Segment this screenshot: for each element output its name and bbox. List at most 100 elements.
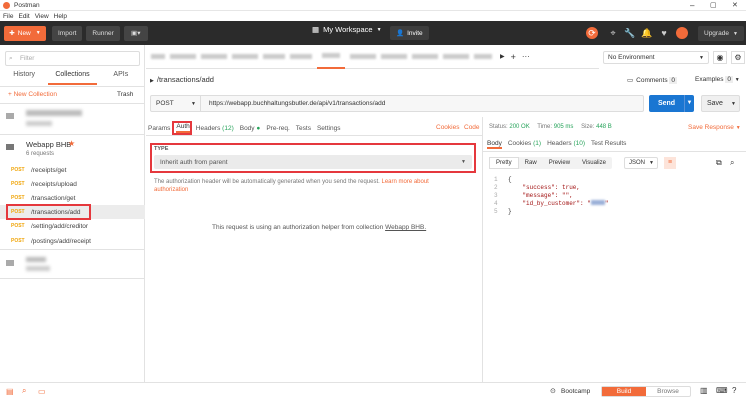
copy-icon[interactable]: ⧉ [716, 158, 722, 168]
new-window-button[interactable]: ▣▾ [123, 25, 148, 41]
plus-icon: ✚ [9, 30, 15, 37]
browse-tab[interactable]: Browse [646, 387, 690, 396]
tab-response-headers[interactable]: Headers (10) [547, 140, 585, 149]
chevron-down-icon: ▼ [649, 160, 654, 166]
star-icon[interactable]: ★ [68, 139, 75, 148]
tab-response-body[interactable]: Body [487, 140, 502, 149]
method-select[interactable]: POST ▼ [151, 96, 201, 111]
chevron-down-icon: ▼ [732, 30, 738, 37]
cookies-link[interactable]: Cookies [436, 124, 459, 131]
trash-button[interactable]: Trash [117, 91, 133, 98]
save-response-button[interactable]: Save Response ▼ [688, 124, 741, 131]
console-icon[interactable]: ▭ [38, 387, 46, 396]
tab-apis[interactable]: APIs [97, 71, 145, 85]
search-input[interactable]: ⌕ Filter [5, 51, 140, 66]
new-button[interactable]: ✚ New ▼ [4, 25, 46, 41]
invite-button[interactable]: 👤 Invite [390, 26, 429, 40]
tab-tests[interactable]: Tests [296, 125, 311, 132]
help-icon[interactable]: ? [732, 386, 736, 395]
wrench-icon[interactable]: 🔧 [624, 27, 636, 39]
bootcamp-icon: ⊙ [550, 388, 556, 395]
chevron-down-icon: ▼ [699, 54, 704, 61]
list-item[interactable]: POST/receipts/upload [0, 177, 145, 191]
response-code: 1{ 2 "success": true, 3 "message": "", 4… [494, 176, 608, 216]
minimize-icon[interactable]: – [690, 1, 694, 10]
tab-collections[interactable]: Collections [48, 71, 97, 85]
code-line-3: 3 "message": "", [494, 192, 573, 199]
examples-button[interactable]: Examples 0 ▼ [695, 76, 740, 83]
list-item[interactable]: POST/transaction/get [0, 191, 145, 205]
environment-selector[interactable]: No Environment ▼ [603, 51, 709, 64]
folder-icon [6, 113, 14, 119]
more-icon[interactable]: ··· [522, 52, 530, 61]
satellite-icon[interactable]: ⌖ [607, 27, 619, 39]
highlight-box [6, 204, 91, 220]
menu-help[interactable]: Help [54, 13, 67, 20]
heart-icon[interactable]: ♥ [658, 27, 670, 39]
comments-button[interactable]: ▭ Comments 0 [627, 76, 678, 84]
upgrade-button[interactable]: Upgrade ▼ [698, 26, 744, 41]
tab-history[interactable]: History [0, 71, 48, 85]
tab-active[interactable] [317, 45, 345, 69]
add-tab-icon[interactable]: + [511, 52, 516, 62]
menu-view[interactable]: View [35, 13, 49, 20]
tab-response-cookies[interactable]: Cookies (1) [508, 140, 541, 149]
tab-prerequest[interactable]: Pre-req. [266, 125, 289, 132]
gear-icon[interactable]: ⚙ [731, 51, 745, 64]
chevron-right-icon[interactable]: ▶ [500, 53, 505, 60]
chevron-right-icon[interactable]: ▶ [150, 78, 154, 84]
collection-link[interactable]: Webapp BHB. [385, 224, 426, 231]
format-select[interactable]: JSON ▼ [624, 157, 658, 169]
avatar[interactable] [676, 27, 688, 39]
wrap-lines-icon[interactable]: ≡ [664, 157, 676, 169]
search-icon[interactable]: ⌕ [730, 158, 734, 168]
new-collection-button[interactable]: + New Collection [8, 91, 57, 98]
view-preview[interactable]: Preview [543, 157, 576, 169]
tab-headers[interactable]: Headers (12) [196, 125, 234, 132]
collection-count: 6 requests [26, 151, 55, 157]
view-visualize[interactable]: Visualize [576, 157, 612, 169]
code-line-1: 1{ [494, 176, 512, 183]
save-button[interactable]: Save ▼ [701, 95, 740, 112]
send-button[interactable]: Send [649, 95, 684, 112]
build-tab[interactable]: Build [602, 387, 646, 396]
comment-icon: ▭ [627, 77, 634, 84]
close-icon[interactable]: ✕ [732, 1, 738, 9]
list-item[interactable]: POST/postings/add/receipt [0, 234, 145, 248]
folder-icon [6, 144, 14, 150]
send-options-button[interactable]: ▼ [684, 95, 694, 112]
sync-icon[interactable]: ⟳ [586, 27, 598, 39]
workspace-selector[interactable]: ▦ My Workspace ▼ [312, 25, 382, 34]
tab-test-results[interactable]: Test Results [591, 140, 626, 149]
status-dot-icon: ● [256, 124, 261, 132]
list-item[interactable]: POST/receipts/get [0, 163, 145, 177]
code-link[interactable]: Code [464, 124, 480, 131]
view-pretty[interactable]: Pretty [489, 157, 519, 169]
import-button[interactable]: Import [52, 25, 83, 41]
collection-blurred[interactable] [0, 105, 145, 133]
response-status-row: Status: 200 OK Time: 905 ms Size: 448 B [489, 124, 612, 130]
tab-settings[interactable]: Settings [317, 125, 341, 132]
sidebar-toggle-icon[interactable]: ▤ [6, 387, 14, 396]
list-item[interactable]: POST/setting/add/creditor [0, 219, 145, 233]
maximize-icon[interactable]: ▢ [710, 1, 717, 9]
chevron-down-icon: ▼ [730, 100, 736, 107]
bell-icon[interactable]: 🔔 [641, 27, 653, 39]
menu-file[interactable]: File [3, 13, 13, 20]
url-input[interactable]: https://webapp.buchhaltungsbutler.de/api… [209, 100, 385, 107]
tab-params[interactable]: Params [148, 125, 170, 132]
eye-icon[interactable]: ◉ [713, 51, 727, 64]
layout-icon[interactable]: ▥ [700, 386, 708, 395]
tab-body[interactable]: Body ● [240, 125, 261, 132]
bootcamp-link[interactable]: Bootcamp [561, 388, 590, 395]
keyboard-icon[interactable]: ⌨ [716, 386, 728, 395]
menu-edit[interactable]: Edit [18, 13, 29, 20]
collection-webapp-bhb[interactable]: Webapp BHB ★ 6 requests [0, 137, 145, 163]
add-user-icon: 👤 [396, 30, 405, 37]
collection-blurred[interactable] [0, 252, 145, 278]
view-raw[interactable]: Raw [519, 157, 543, 169]
search-icon[interactable]: ⌕ [22, 386, 26, 396]
runner-button[interactable]: Runner [86, 25, 120, 41]
auth-helper-text: This request is using an authorization h… [212, 224, 427, 231]
sidebar-tabs: History Collections APIs [0, 71, 145, 85]
